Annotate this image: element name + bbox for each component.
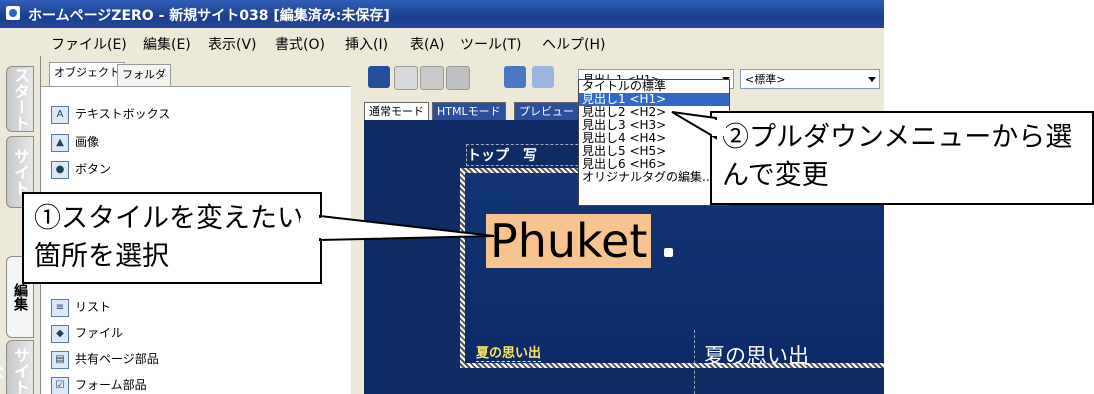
title-bar: ホームページZERO - 新規サイト038 [編集済み:未保存] bbox=[0, 0, 884, 28]
menu-file[interactable]: ファイル(E) bbox=[51, 34, 127, 54]
menu-bar: ファイル(E) 編集(E) 表示(V) 書式(O) 挿入(I) 表(A) ツール… bbox=[0, 28, 884, 56]
file-icon: ◆ bbox=[51, 324, 69, 343]
panel-item-list[interactable]: ≡ リスト bbox=[51, 297, 111, 317]
selected-heading[interactable]: Phuket bbox=[486, 214, 652, 268]
menu-view[interactable]: 表示(V) bbox=[208, 34, 257, 54]
textbox-icon: A bbox=[51, 105, 69, 124]
panel-tabs: オブジェクト フォルダ bbox=[41, 56, 351, 87]
cut-icon[interactable] bbox=[394, 66, 418, 90]
tab-html-mode[interactable]: HTMLモード bbox=[432, 102, 506, 121]
undo-icon[interactable] bbox=[504, 66, 526, 88]
nav-text: トップ 写 bbox=[467, 148, 537, 164]
panel-item-label: 共有ページ部品 bbox=[75, 352, 159, 366]
menu-tools[interactable]: ツール(T) bbox=[460, 34, 521, 54]
dropdown-option[interactable]: オリジナルタグの編集... bbox=[579, 171, 729, 184]
copy-icon[interactable] bbox=[420, 66, 444, 90]
panel-item-label: 画像 bbox=[75, 135, 100, 149]
menu-insert[interactable]: 挿入(I) bbox=[345, 34, 388, 54]
panel-item-form-parts[interactable]: ☑ フォーム部品 bbox=[51, 375, 147, 394]
app-icon bbox=[6, 6, 20, 20]
callout-pulldown: ②プルダウンメニューから選んで変更 bbox=[710, 111, 1094, 205]
panel-item-textbox[interactable]: A テキストボックス bbox=[51, 104, 170, 124]
image-icon: ▲ bbox=[51, 133, 69, 152]
window-title: ホームページZERO - 新規サイト038 [編集済み:未保存] bbox=[28, 8, 390, 24]
summary-title: 夏の思い出 bbox=[704, 344, 809, 368]
style-select[interactable]: <標準> bbox=[740, 69, 880, 89]
return-mark-icon bbox=[664, 248, 673, 257]
callout-pointer-right bbox=[671, 111, 726, 140]
tab-preview[interactable]: プレビュー bbox=[514, 102, 579, 121]
save-icon[interactable] bbox=[368, 66, 390, 88]
chevron-down-icon bbox=[868, 77, 876, 82]
summary-link[interactable]: 夏の思い出 bbox=[476, 342, 542, 362]
menu-format[interactable]: 書式(O) bbox=[275, 34, 325, 54]
menu-table[interactable]: 表(A) bbox=[410, 34, 445, 54]
redo-icon[interactable] bbox=[532, 66, 554, 88]
side-tab-start[interactable]: スタート bbox=[6, 66, 34, 132]
menu-edit[interactable]: 編集(E) bbox=[143, 34, 191, 54]
panel-item-label: テキストボックス bbox=[75, 107, 171, 121]
tab-normal-mode[interactable]: 通常モード bbox=[364, 102, 429, 121]
shared-parts-icon: ▤ bbox=[51, 350, 69, 369]
side-tab-publish[interactable]: サイト公 bbox=[0, 340, 34, 394]
panel-item-image[interactable]: ▲ 画像 bbox=[51, 132, 99, 152]
panel-item-label: リスト bbox=[75, 300, 112, 314]
tab-folders[interactable]: フォルダ bbox=[117, 64, 171, 86]
cell-divider bbox=[694, 330, 696, 394]
panel-item-shared-parts[interactable]: ▤ 共有ページ部品 bbox=[51, 349, 159, 369]
style-select-value: <標準> bbox=[745, 73, 786, 86]
form-parts-icon: ☑ bbox=[51, 376, 69, 394]
panel-item-button[interactable]: ● ボタン bbox=[51, 159, 111, 179]
paste-icon[interactable] bbox=[446, 66, 470, 90]
panel-item-label: ファイル bbox=[75, 326, 124, 340]
list-icon: ≡ bbox=[51, 298, 69, 317]
panel-item-label: フォーム部品 bbox=[75, 378, 147, 392]
tab-objects[interactable]: オブジェクト bbox=[49, 62, 125, 86]
panel-item-label: ボタン bbox=[75, 162, 112, 176]
panel-item-file[interactable]: ◆ ファイル bbox=[51, 323, 123, 343]
callout-select-text: ①スタイルを変えたい箇所を選択 bbox=[22, 192, 322, 284]
menu-help[interactable]: ヘルプ(H) bbox=[542, 34, 605, 54]
button-icon: ● bbox=[51, 160, 69, 179]
callout-pointer-left bbox=[300, 214, 495, 242]
